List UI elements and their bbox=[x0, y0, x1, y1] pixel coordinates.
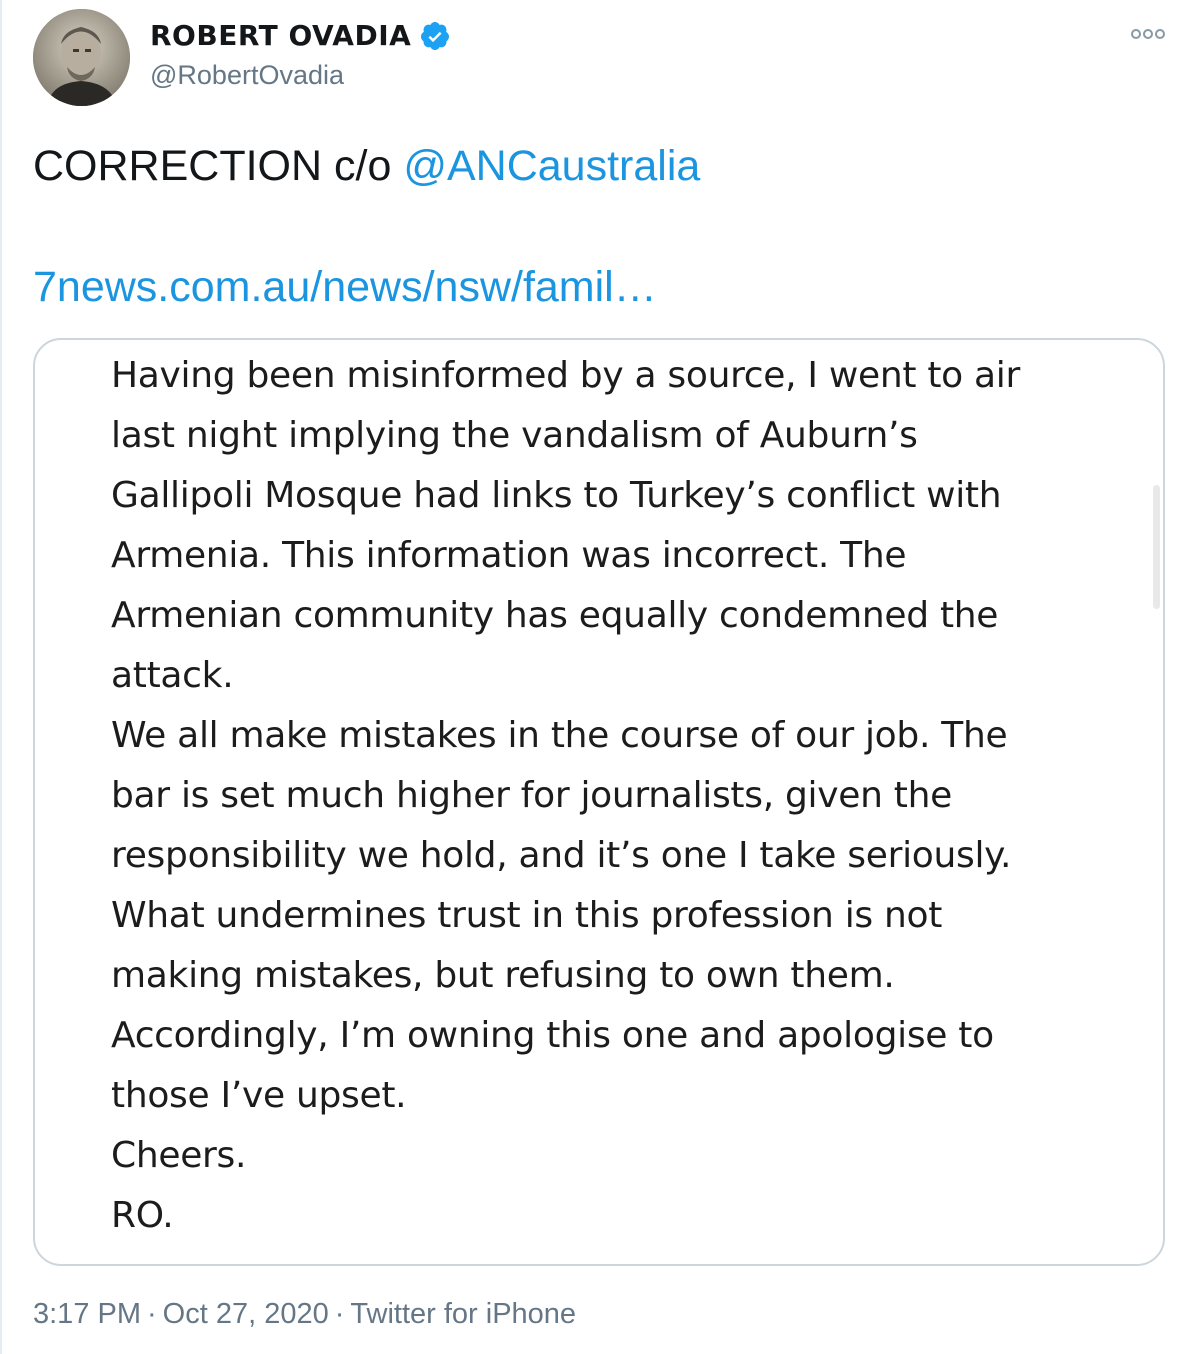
tweet-text-prefix: CORRECTION c/o bbox=[33, 142, 404, 190]
attached-image[interactable]: Having been misinformed by a source, I w… bbox=[33, 338, 1165, 1266]
meta-separator: · bbox=[147, 1298, 157, 1330]
note-line: Having been misinformed by a source, I w… bbox=[111, 355, 1020, 396]
left-border bbox=[0, 0, 2, 1354]
verified-badge-icon bbox=[419, 20, 451, 52]
more-options-icon[interactable] bbox=[1128, 22, 1168, 46]
author-name[interactable]: ROBERT OVADIA bbox=[150, 19, 451, 52]
note-line: RO. bbox=[111, 1195, 174, 1236]
note-line: Accordingly, I’m owning this one and apo… bbox=[111, 1015, 994, 1056]
mention-link[interactable]: @ANCaustralia bbox=[403, 142, 700, 190]
author-name-text[interactable]: ROBERT OVADIA bbox=[150, 19, 411, 52]
note-line: Armenia. This information was incorrect.… bbox=[111, 535, 907, 576]
note-line: Gallipoli Mosque had links to Turkey’s c… bbox=[111, 475, 1002, 516]
note-line: last night implying the vandalism of Aub… bbox=[111, 415, 918, 456]
note-line: We all make mistakes in the course of ou… bbox=[111, 715, 1008, 756]
note-line: Armenian community has equally condemned… bbox=[111, 595, 999, 636]
note-line: those I’ve upset. bbox=[111, 1075, 407, 1116]
avatar[interactable] bbox=[33, 9, 130, 106]
meta-separator: · bbox=[334, 1298, 345, 1330]
tweet-source[interactable]: Twitter for iPhone bbox=[350, 1298, 576, 1331]
note-line: What undermines trust in this profession… bbox=[111, 895, 943, 936]
tweet-date[interactable]: Oct 27, 2020 bbox=[163, 1298, 329, 1331]
tweet-url-link[interactable]: 7news.com.au/news/nsw/famil… bbox=[33, 263, 657, 311]
image-scrollbar bbox=[1153, 485, 1160, 609]
note-line: making mistakes, but refusing to own the… bbox=[111, 955, 895, 996]
note-line: Cheers. bbox=[111, 1135, 247, 1176]
note-line: attack. bbox=[111, 655, 234, 696]
tweet-time[interactable]: 3:17 PM bbox=[33, 1298, 141, 1331]
author-handle[interactable]: @RobertOvadia bbox=[150, 60, 344, 91]
tweet-text: CORRECTION c/o @ANCaustralia bbox=[33, 142, 700, 190]
note-line: responsibility we hold, and it’s one I t… bbox=[111, 835, 1012, 876]
note-line: bar is set much higher for journalists, … bbox=[111, 775, 952, 816]
tweet-meta: 3:17 PM · Oct 27, 2020 · Twitter for iPhone bbox=[33, 1298, 576, 1331]
